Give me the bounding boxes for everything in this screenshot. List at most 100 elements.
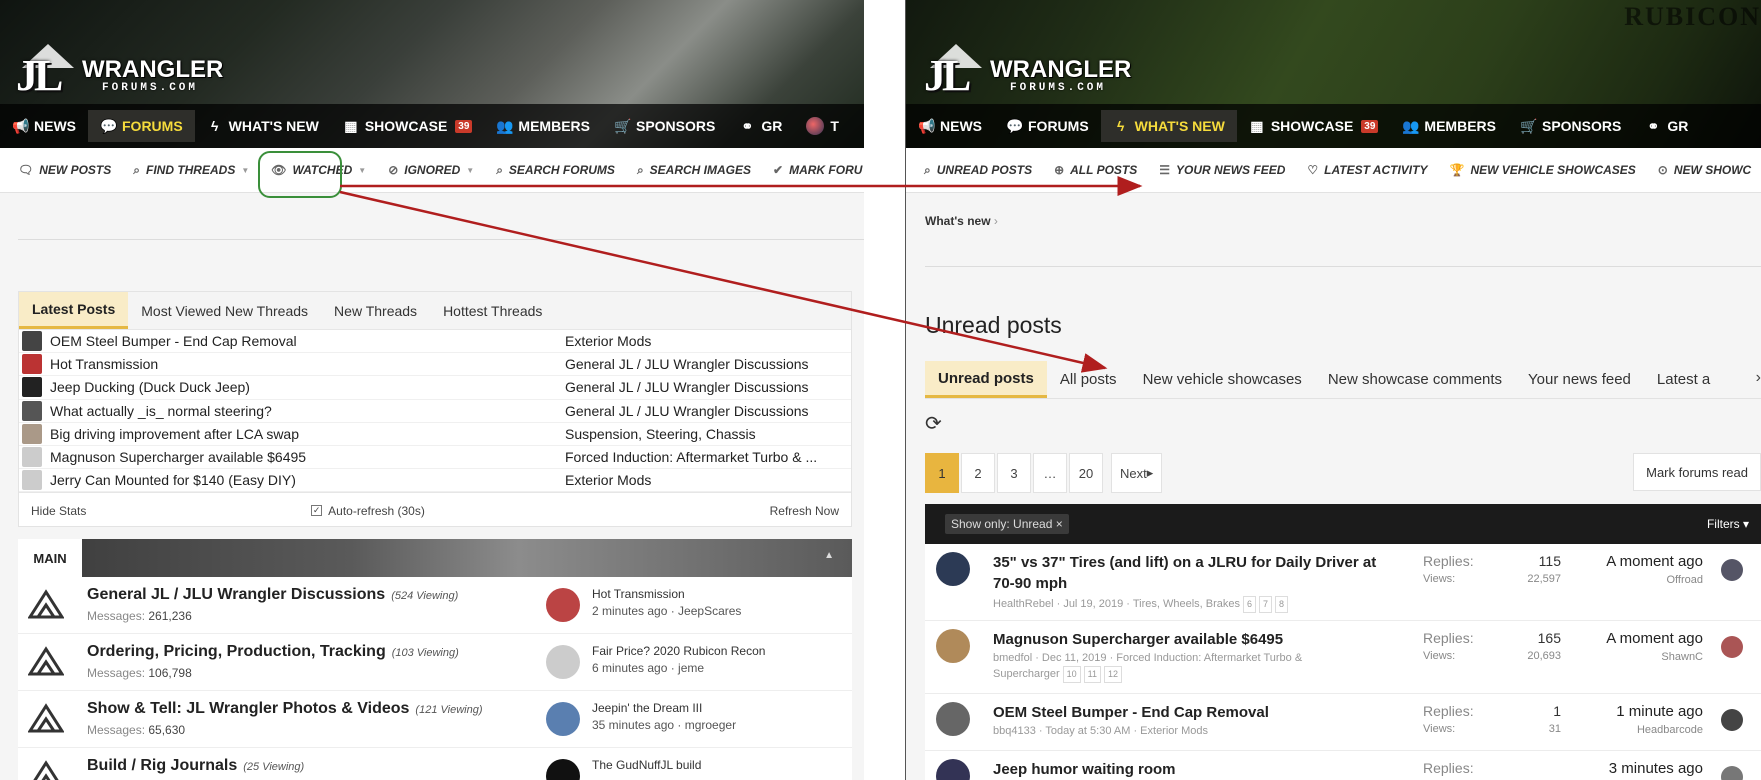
main-category-label[interactable]: MAIN xyxy=(18,539,82,577)
thread-title[interactable]: 35" vs 37" Tires (and lift) on a JLRU fo… xyxy=(993,552,1393,594)
thread-title[interactable]: Jerry Can Mounted for $140 (Easy DIY) xyxy=(50,472,565,488)
tab-new-showcase-comments[interactable]: New showcase comments xyxy=(1315,361,1515,398)
forum-title[interactable]: Show & Tell: JL Wrangler Photos & Videos… xyxy=(87,700,482,718)
last-poster[interactable]: Offroad xyxy=(1667,574,1704,586)
forum-name[interactable]: Exterior Mods xyxy=(565,472,851,488)
breadcrumb[interactable]: What's new › xyxy=(925,214,998,228)
subnav-your-news-feed[interactable]: ☰ YOUR NEWS FEED xyxy=(1159,163,1285,177)
tab-latest-posts[interactable]: Latest Posts xyxy=(19,292,129,329)
caret-down-icon[interactable]: ▼ xyxy=(241,166,249,175)
page-jump[interactable]: 6 xyxy=(1243,596,1257,613)
forum-row[interactable]: Ordering, Pricing, Production, Tracking(… xyxy=(18,634,852,691)
nav-item-forums[interactable]: 💬 FORUMS xyxy=(994,110,1101,142)
checkbox-icon[interactable]: ✓ xyxy=(311,505,323,517)
nav-item-what-s-new[interactable]: ϟ WHAT'S NEW xyxy=(1100,110,1237,142)
tab-most-viewed-new-threads[interactable]: Most Viewed New Threads xyxy=(128,292,321,329)
page-jump[interactable]: 10 xyxy=(1062,666,1081,683)
avatar[interactable] xyxy=(936,702,970,736)
tab-new-vehicle-showcases[interactable]: New vehicle showcases xyxy=(1130,361,1315,398)
avatar[interactable] xyxy=(936,629,970,663)
subnav-all-posts[interactable]: ⊕ ALL POSTS xyxy=(1054,163,1137,177)
subnav-latest-activity[interactable]: ♡ LATEST ACTIVITY xyxy=(1307,163,1427,177)
thread-title[interactable]: Hot Transmission xyxy=(50,356,565,372)
last-post-time[interactable]: 3 minutes ago xyxy=(1609,760,1703,777)
subnav-mark-foru[interactable]: ✔ MARK FORU xyxy=(773,163,862,177)
subnav-search-forums[interactable]: ⌕ SEARCH FORUMS xyxy=(496,163,615,178)
forum-name[interactable]: General JL / JLU Wrangler Discussions xyxy=(565,403,851,419)
subnav-search-images[interactable]: ⌕ SEARCH IMAGES xyxy=(637,163,751,178)
tab-unread-posts[interactable]: Unread posts xyxy=(925,361,1047,398)
tab-all-posts[interactable]: All posts xyxy=(1047,361,1130,398)
nav-item-showcase[interactable]: ▦ SHOWCASE 39 xyxy=(1237,110,1391,142)
stats-row[interactable]: Hot Transmission General JL / JLU Wrangle… xyxy=(19,353,851,377)
nav-item-members[interactable]: 👥 MEMBERS xyxy=(484,110,602,142)
nav-item-what-s-new[interactable]: ϟ WHAT'S NEW xyxy=(195,110,331,142)
nav-item-news[interactable]: 📢 NEWS xyxy=(906,110,994,142)
thread-title[interactable]: Jeep humor waiting room xyxy=(993,759,1393,780)
nav-item-forums[interactable]: 💬 FORUMS xyxy=(88,110,195,142)
avatar[interactable] xyxy=(546,588,580,622)
last-poster-avatar[interactable] xyxy=(1721,559,1743,581)
nav-item-sponsors[interactable]: 🛒 SPONSORS xyxy=(1508,110,1633,142)
filter-chip[interactable]: Show only: Unread × xyxy=(945,514,1069,534)
subnav-unread-posts[interactable]: ⌕ UNREAD POSTS xyxy=(924,163,1032,178)
refresh-icon[interactable]: ⟳ xyxy=(925,411,942,436)
thread-title[interactable]: Big driving improvement after LCA swap xyxy=(50,426,565,442)
forum-title[interactable]: General JL / JLU Wrangler Discussions (52… xyxy=(87,586,458,604)
last-post-time[interactable]: A moment ago xyxy=(1606,553,1703,570)
avatar[interactable] xyxy=(936,552,970,586)
page-button[interactable]: 3 xyxy=(997,453,1031,493)
page-button[interactable]: 2 xyxy=(961,453,995,493)
forum-name[interactable]: Suspension, Steering, Chassis xyxy=(565,426,851,442)
page-button[interactable]: 20 xyxy=(1069,453,1103,493)
subnav-find-threads[interactable]: ⌕ FIND THREADS ▼ xyxy=(133,163,249,178)
caret-down-icon[interactable]: ▼ xyxy=(466,166,474,175)
hide-stats-link[interactable]: Hide Stats xyxy=(31,504,86,518)
stats-row[interactable]: Magnuson Supercharger available $6495 For… xyxy=(19,446,851,470)
nav-item-members[interactable]: 👥 MEMBERS xyxy=(1390,110,1508,142)
mark-forums-read-button[interactable]: Mark forums read xyxy=(1633,453,1761,491)
thread-title[interactable]: Magnuson Supercharger available $6495 xyxy=(993,629,1393,650)
avatar[interactable] xyxy=(936,759,970,780)
last-post-title[interactable]: Hot Transmission xyxy=(592,587,685,601)
forum-title[interactable]: Build / Rig Journals (25 Viewing) xyxy=(87,757,304,775)
stats-row[interactable]: OEM Steel Bumper - End Cap Removal Exteri… xyxy=(19,330,851,354)
avatar[interactable] xyxy=(546,645,580,679)
stats-row[interactable]: What actually _is_ normal steering? Gener… xyxy=(19,400,851,423)
forum-name[interactable]: General JL / JLU Wrangler Discussions xyxy=(565,379,851,395)
last-poster[interactable]: ShawnC xyxy=(1661,651,1703,663)
tab-new-threads[interactable]: New Threads xyxy=(321,292,430,329)
forum-row[interactable]: General JL / JLU Wrangler Discussions (52… xyxy=(18,577,852,634)
forum-row[interactable]: Show & Tell: JL Wrangler Photos & Videos… xyxy=(18,691,852,748)
tab-your-news-feed[interactable]: Your news feed xyxy=(1515,361,1644,398)
tab-hottest-threads[interactable]: Hottest Threads xyxy=(430,292,555,329)
last-post-title[interactable]: Jeepin' the Dream III xyxy=(592,701,702,715)
refresh-now-link[interactable]: Refresh Now xyxy=(770,504,839,518)
last-post-title[interactable]: Fair Price? 2020 Rubicon Recon xyxy=(592,644,765,658)
tab-latest-a[interactable]: Latest a xyxy=(1644,361,1723,398)
forum-name[interactable]: General JL / JLU Wrangler Discussions xyxy=(565,356,851,372)
auto-refresh-checkbox[interactable]: ✓ Auto-refresh (30s) xyxy=(311,504,425,518)
forum-row[interactable]: Build / Rig Journals (25 Viewing) The GudN… xyxy=(18,748,852,780)
last-poster[interactable]: Headbarcode xyxy=(1637,724,1703,736)
site-logo[interactable]: JL WRANGLER FORUMS.COM xyxy=(924,44,1139,100)
last-post-time[interactable]: 1 minute ago xyxy=(1616,703,1703,720)
page-jump[interactable]: 7 xyxy=(1259,596,1273,613)
thread-row[interactable]: OEM Steel Bumper - End Cap Removal bbq413… xyxy=(925,694,1761,751)
nav-item-news[interactable]: 📢 NEWS xyxy=(0,110,88,142)
last-post-time[interactable]: A moment ago xyxy=(1606,630,1703,647)
stats-row[interactable]: Jeep Ducking (Duck Duck Jeep) General JL … xyxy=(19,376,851,400)
thread-title[interactable]: Magnuson Supercharger available $6495 xyxy=(50,449,565,465)
thread-row[interactable]: Magnuson Supercharger available $6495 bme… xyxy=(925,621,1761,694)
page-jump[interactable]: 12 xyxy=(1104,666,1123,683)
tabs-next-icon[interactable]: › xyxy=(1756,369,1761,387)
nav-item-gr[interactable]: ⚭ GR xyxy=(727,110,794,142)
page-jump[interactable]: 8 xyxy=(1275,596,1289,613)
forum-name[interactable]: Exterior Mods xyxy=(565,333,851,349)
last-poster-avatar[interactable] xyxy=(1721,636,1743,658)
page-button[interactable]: … xyxy=(1033,453,1067,493)
caret-down-icon[interactable]: ▼ xyxy=(358,166,366,175)
thread-title[interactable]: OEM Steel Bumper - End Cap Removal xyxy=(993,702,1393,723)
last-post-title[interactable]: The GudNuffJL build xyxy=(592,758,701,772)
nav-item-gr[interactable]: ⚭ GR xyxy=(1633,110,1700,142)
